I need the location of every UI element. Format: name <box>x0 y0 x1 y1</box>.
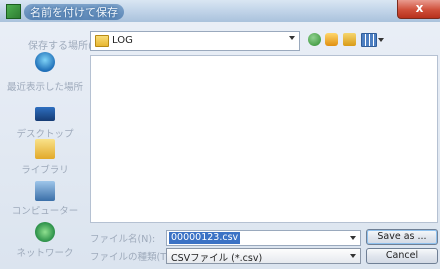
file-name-input[interactable]: 00000123.csv <box>166 230 361 246</box>
close-button[interactable]: x <box>397 0 440 19</box>
place-network[interactable]: ネットワーク <box>0 222 90 262</box>
place-computer[interactable]: コンピューター <box>0 181 90 221</box>
new-folder-icon[interactable] <box>343 33 356 46</box>
folder-icon <box>95 35 109 47</box>
cancel-button[interactable]: Cancel <box>366 248 438 264</box>
chevron-down-icon <box>289 36 295 40</box>
network-icon <box>35 222 55 242</box>
place-desktop[interactable]: デスクトップ <box>0 104 90 144</box>
recent-places-icon <box>35 52 55 72</box>
title-bar: 名前を付けて保存 x <box>0 0 440 22</box>
libraries-icon <box>35 139 55 159</box>
save-in-value: LOG <box>112 35 133 46</box>
file-type-select[interactable]: CSVファイル (*.csv) <box>166 248 361 264</box>
back-icon[interactable] <box>308 33 321 46</box>
view-menu-icon[interactable] <box>361 33 377 47</box>
app-icon <box>6 4 21 19</box>
window-title: 名前を付けて保存 <box>24 4 124 20</box>
place-libraries[interactable]: ライブラリ <box>0 139 90 179</box>
chevron-down-icon[interactable] <box>378 38 384 42</box>
chevron-down-icon <box>350 254 356 258</box>
desktop-icon <box>35 107 55 121</box>
place-recent[interactable]: 最近表示した場所 <box>0 52 90 93</box>
file-list[interactable] <box>90 55 438 223</box>
place-label: コンピューター <box>11 206 79 217</box>
place-label: デスクトップ <box>16 129 74 140</box>
place-label: ネットワーク <box>16 248 74 259</box>
place-label: 最近表示した場所 <box>6 82 83 93</box>
file-name-label: ファイル名(N): <box>90 234 156 245</box>
up-folder-icon[interactable] <box>325 33 338 46</box>
file-name-value: 00000123.csv <box>169 232 241 244</box>
save-button[interactable]: Save as ... <box>366 229 438 245</box>
save-in-combo[interactable]: LOG <box>90 31 300 51</box>
place-label: ライブラリ <box>21 165 69 176</box>
chevron-down-icon[interactable] <box>350 236 356 240</box>
file-type-value: CSVファイル (*.csv) <box>171 253 263 264</box>
file-type-label: ファイルの種類(T): <box>90 252 173 263</box>
save-dialog: 保存する場所(I): LOG 最近表示した場所 デスクトップ ライブラリ コンピ… <box>0 22 440 269</box>
computer-icon <box>35 181 55 201</box>
